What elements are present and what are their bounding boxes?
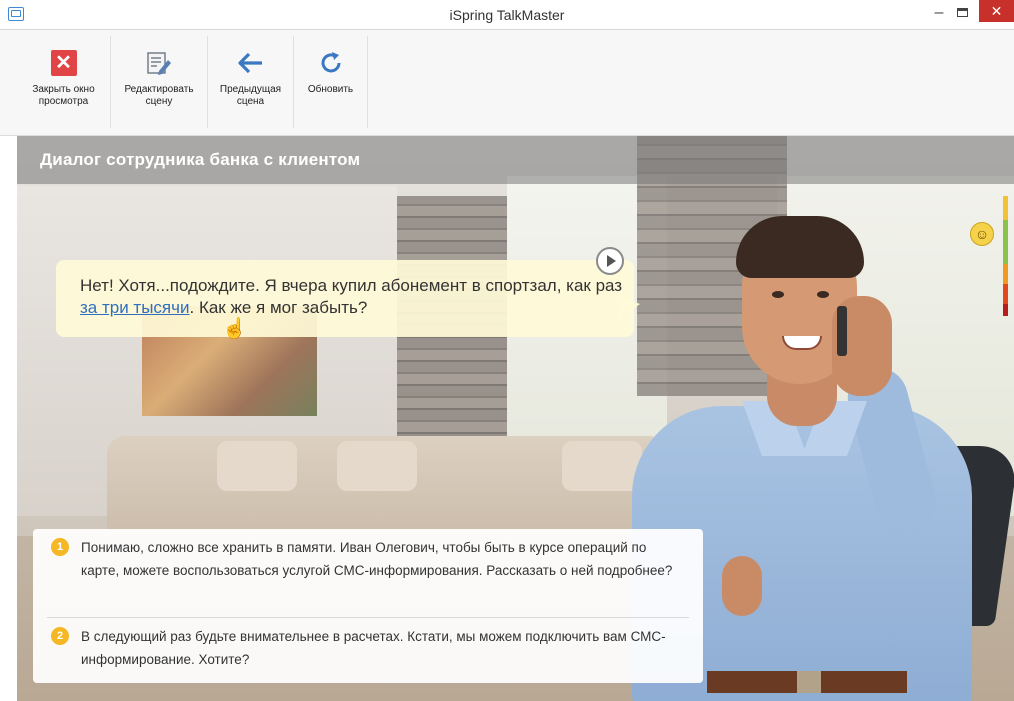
maximize-button[interactable] <box>957 8 968 17</box>
hand-cursor-icon: ☝ <box>222 318 247 340</box>
minimize-button[interactable]: – <box>929 4 949 24</box>
speech-text: Нет! Хотя...подождите. Я вчера купил або… <box>80 276 623 295</box>
arrow-left-icon <box>237 52 262 74</box>
close-preview-button[interactable]: ✕ Закрыть окно просмотра <box>17 36 111 128</box>
sofa-cushion <box>217 441 297 491</box>
mood-meter-segment <box>1003 264 1008 284</box>
scene-header: Диалог сотрудника банка с клиентом <box>17 136 1014 184</box>
answer-number-badge: 1 <box>51 538 69 556</box>
character-hair <box>736 216 864 278</box>
mood-meter-segment <box>1003 196 1008 220</box>
edit-document-icon <box>147 52 171 75</box>
edit-scene-button[interactable]: Редактировать сцену <box>111 36 208 128</box>
smiley-mood-icon: ☺ <box>970 222 994 246</box>
scene-stage: Диалог сотрудника банка с клиентом ☺ Нет… <box>17 136 1014 701</box>
character-belt-buckle <box>797 671 821 693</box>
edit-scene-label: Редактировать сцену <box>124 84 194 107</box>
play-audio-button[interactable] <box>596 247 624 275</box>
speech-bubble: Нет! Хотя...подождите. Я вчера купил або… <box>56 260 634 337</box>
window-title: iSpring TalkMaster <box>449 7 565 23</box>
answer-divider <box>47 617 689 618</box>
close-window-button[interactable]: ✕ <box>979 0 1014 22</box>
previous-scene-label: Предыдущая сцена <box>219 84 282 107</box>
close-icon: ✕ <box>50 50 77 76</box>
answer-option[interactable]: 2 В следующий раз будьте внимательнее в … <box>33 625 703 671</box>
title-bar: iSpring TalkMaster – ✕ <box>0 0 1014 30</box>
previous-scene-button[interactable]: Предыдущая сцена <box>208 36 294 128</box>
mood-meter-segment <box>1003 284 1008 304</box>
sofa-cushion <box>337 441 417 491</box>
mood-meter-segment <box>1003 220 1008 264</box>
character-eye <box>772 291 784 298</box>
refresh-icon <box>321 52 340 73</box>
refresh-button[interactable]: Обновить <box>294 36 368 128</box>
character-hand <box>722 556 762 616</box>
scene-title: Диалог сотрудника банка с клиентом <box>40 150 361 169</box>
answer-text: Понимаю, сложно все хранить в памяти. Ив… <box>81 540 673 578</box>
answer-options-panel: 1 Понимаю, сложно все хранить в памяти. … <box>33 529 703 683</box>
phone-icon <box>837 306 847 356</box>
toolbar: ✕ Закрыть окно просмотра Редактировать с… <box>0 30 1014 136</box>
answer-option[interactable]: 1 Понимаю, сложно все хранить в памяти. … <box>33 536 703 582</box>
speech-link[interactable]: за три тысячи <box>80 298 190 317</box>
answer-number-badge: 2 <box>51 627 69 645</box>
speech-bubble-tail <box>618 296 640 320</box>
close-preview-label: Закрыть окно просмотра <box>32 84 95 107</box>
speech-text-end: . Как же я мог забыть? <box>189 298 368 317</box>
answer-text: В следующий раз будьте внимательнее в ра… <box>81 629 666 667</box>
character-eye <box>817 291 829 298</box>
refresh-label: Обновить <box>307 84 354 95</box>
sofa-cushion <box>562 441 642 491</box>
mood-meter-segment <box>1003 304 1008 316</box>
